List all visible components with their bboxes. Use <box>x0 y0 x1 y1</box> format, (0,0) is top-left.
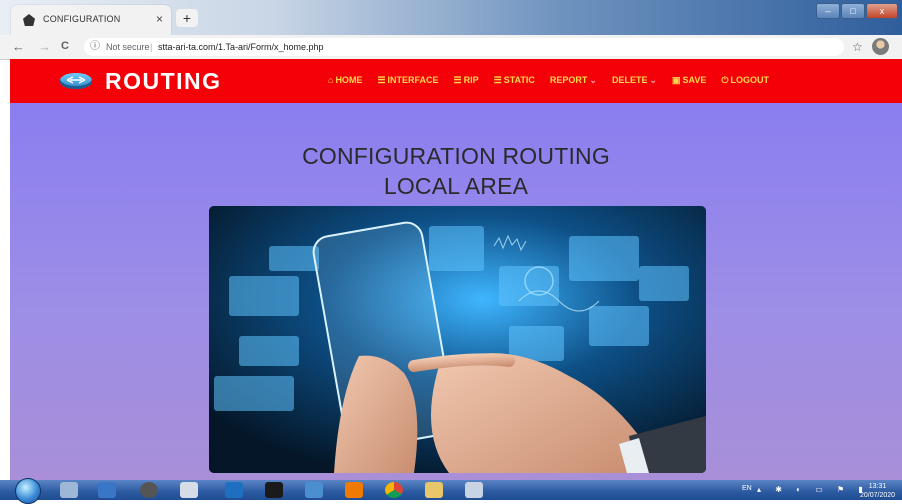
file-icon[interactable] <box>60 482 78 498</box>
tab-title: CONFIGURATION <box>43 14 121 24</box>
page-title-line-1: CONFIGURATION ROUTING <box>302 143 610 169</box>
maximize-button[interactable]: □ <box>841 3 865 19</box>
site-brand[interactable]: ROUTING <box>105 68 222 95</box>
menu-item-label: SAVE <box>682 75 707 85</box>
terminal-icon[interactable] <box>265 482 283 498</box>
menu-item-save[interactable]: ▣ SAVE <box>672 75 706 86</box>
site-favicon-icon <box>23 14 35 26</box>
site-navbar: ROUTING ⌂ HOME ☰ INTERFACE ☰ RIP ☰ STATIC REPORT… <box>10 59 902 103</box>
back-button[interactable]: ← <box>12 39 25 54</box>
sublime-icon[interactable] <box>345 482 363 498</box>
clock-time: 13:31 <box>868 483 887 490</box>
chevron-down-icon: ⌄ <box>649 75 657 85</box>
forward-button[interactable]: → <box>38 39 51 54</box>
menu-item-label: RIP <box>463 75 479 85</box>
menu-item-label: STATIC <box>503 75 535 85</box>
save-icon: ▣ <box>672 75 681 85</box>
address-bar-row: ← → C ⓘ Not secure | stta-ari-ta.com/1.T… <box>0 35 902 60</box>
reload-button[interactable]: C <box>61 40 69 52</box>
router-logo-icon[interactable] <box>60 73 92 89</box>
menu-item-static[interactable]: ☰ STATIC <box>494 75 535 86</box>
list-icon: ☰ <box>493 75 502 85</box>
logout-icon: ⏻ <box>721 75 729 85</box>
new-tab-button[interactable]: + <box>176 9 198 27</box>
app-icon[interactable] <box>140 482 158 498</box>
clock[interactable]: 13:31 20/07/2020 <box>860 482 895 500</box>
browser-tab-strip: CONFIGURATION × + – □ x <box>0 0 902 35</box>
windows-app-icon[interactable] <box>225 482 243 498</box>
menu-item-label: REPORT <box>549 75 588 85</box>
bookmark-star-icon[interactable]: ☆ <box>852 40 863 54</box>
list-icon: ☰ <box>453 75 462 85</box>
info-icon[interactable]: ⓘ <box>90 38 100 56</box>
menu-item-logout[interactable]: ⏻ LOGOUT <box>721 75 769 86</box>
windows-taskbar: EN ▴ ✱ ◐ ▭ ⚑ ▮ 13:31 20/07/2020 <box>0 478 902 504</box>
close-window-button[interactable]: x <box>866 3 898 19</box>
profile-avatar[interactable] <box>872 38 889 55</box>
chevron-down-icon: ⌄ <box>589 75 597 85</box>
window-controls: – □ x <box>816 3 898 19</box>
hero-image <box>209 206 706 473</box>
security-label: Not secure <box>106 42 150 52</box>
main-content: CONFIGURATION ROUTING LOCAL AREA <box>10 103 902 480</box>
menu-item-label: LOGOUT <box>730 75 769 85</box>
chrome-icon[interactable] <box>385 482 403 498</box>
menu-item-label: INTERFACE <box>387 75 439 85</box>
list-icon: ☰ <box>377 75 386 85</box>
url-field[interactable]: ⓘ Not secure | stta-ari-ta.com/1.Ta-ari/… <box>84 38 844 56</box>
menu-item-home[interactable]: ⌂ HOME <box>328 75 362 86</box>
telegram-icon[interactable] <box>98 482 116 498</box>
page-title-line-2: LOCAL AREA <box>383 173 529 199</box>
paint-icon[interactable] <box>465 482 483 498</box>
menu-item-label: DELETE <box>611 75 648 85</box>
url-separator: | <box>150 42 153 52</box>
folder-icon[interactable] <box>425 482 443 498</box>
system-tray-icons[interactable]: ▴ ✱ ◐ ▭ ⚑ ▮ <box>757 485 869 494</box>
home-icon: ⌂ <box>328 75 334 85</box>
network-tool-icon[interactable] <box>180 482 198 498</box>
menu-item-report[interactable]: REPORT ⌄ <box>550 75 597 86</box>
menu-item-rip[interactable]: ☰ RIP <box>454 75 479 86</box>
python-icon[interactable] <box>305 482 323 498</box>
main-menu: ⌂ HOME ☰ INTERFACE ☰ RIP ☰ STATIC REPORT ⌄ DELETE ⌄… <box>328 75 769 86</box>
minimize-button[interactable]: – <box>816 3 840 19</box>
menu-item-label: HOME <box>335 75 363 85</box>
start-button[interactable] <box>15 478 41 504</box>
tab-close-icon[interactable]: × <box>156 12 163 26</box>
language-indicator[interactable]: EN <box>742 485 752 492</box>
clock-date: 20/07/2020 <box>860 492 896 499</box>
browser-tab[interactable]: CONFIGURATION × <box>11 5 171 35</box>
menu-item-interface[interactable]: ☰ INTERFACE <box>377 75 438 86</box>
url-text: stta-ari-ta.com/1.Ta-ari/Form/x_home.php <box>158 42 324 52</box>
menu-item-delete[interactable]: DELETE ⌄ <box>612 75 657 86</box>
